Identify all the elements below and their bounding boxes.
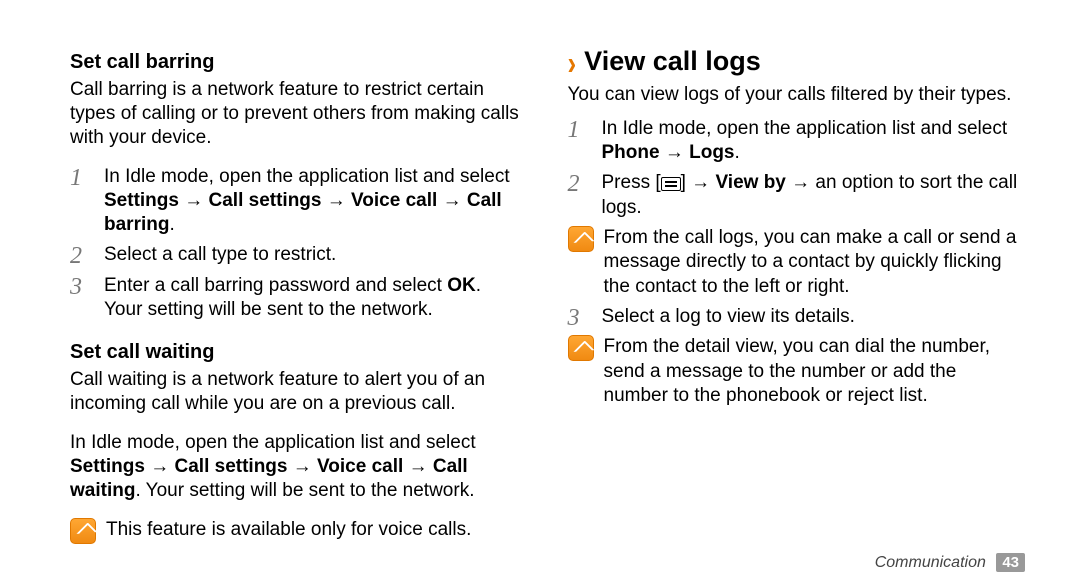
- text: In Idle mode, open the application list …: [602, 118, 1008, 139]
- menu-icon: [661, 177, 681, 191]
- steps-view-logs: 1 In Idle mode, open the application lis…: [568, 117, 1026, 408]
- note-text: From the call logs, you can make a call …: [604, 226, 1026, 299]
- step-number: 3: [568, 306, 592, 330]
- heading-call-waiting: Set call waiting: [70, 340, 528, 366]
- note-detail-view: From the detail view, you can dial the n…: [568, 335, 1026, 408]
- section-heading-row: › View call logs: [568, 44, 1026, 79]
- note-flick-contact: From the call logs, you can make a call …: [568, 226, 1026, 299]
- footer-page-number: 43: [996, 553, 1025, 572]
- text: .: [476, 275, 481, 296]
- text: Press [: [602, 172, 661, 193]
- manual-page: Set call barring Call barring is a netwo…: [0, 0, 1080, 586]
- note-icon: [70, 518, 96, 544]
- step-number: 1: [568, 118, 592, 142]
- text: .: [735, 142, 740, 163]
- text: ] →: [681, 172, 716, 193]
- note-voice-only: This feature is available only for voice…: [70, 518, 528, 544]
- heading-call-barring: Set call barring: [70, 50, 528, 76]
- step-1: 1 In Idle mode, open the application lis…: [568, 117, 1026, 166]
- ok-bold: OK: [447, 275, 476, 296]
- intro-call-waiting: Call waiting is a network feature to ale…: [70, 368, 528, 417]
- step-number: 2: [70, 244, 94, 268]
- note-icon: [568, 226, 594, 252]
- text: Enter a call barring password and select: [104, 275, 447, 296]
- note-icon: [568, 335, 594, 361]
- text: . Your setting will be sent to the netwo…: [135, 480, 474, 501]
- step-1: 1 In Idle mode, open the application lis…: [70, 165, 528, 238]
- text: .: [169, 214, 174, 235]
- intro-call-barring: Call barring is a network feature to res…: [70, 78, 528, 151]
- page-footer: Communication 43: [875, 553, 1025, 572]
- heading-view-call-logs: View call logs: [584, 44, 761, 79]
- step-text: Press [] → View by → an option to sort t…: [602, 171, 1026, 220]
- step-2: 2 Press [] → View by → an option to sort…: [568, 171, 1026, 220]
- step-number: 3: [70, 275, 94, 299]
- step-text: In Idle mode, open the application list …: [104, 165, 528, 238]
- step-text: Enter a call barring password and select…: [104, 274, 528, 323]
- step-3: 3 Enter a call barring password and sele…: [70, 274, 528, 323]
- text: In Idle mode, open the application list …: [104, 166, 510, 187]
- note-text: This feature is available only for voice…: [106, 518, 528, 542]
- text: In Idle mode, open the application list …: [70, 432, 476, 453]
- step-2: 2 Select a call type to restrict.: [70, 243, 528, 267]
- intro-view-logs: You can view logs of your calls filtered…: [568, 83, 1026, 107]
- step-text: Select a call type to restrict.: [104, 243, 528, 267]
- text: Your setting will be sent to the network…: [104, 298, 528, 322]
- path-bold: Phone → Logs: [602, 142, 735, 163]
- view-by-bold: View by: [715, 172, 785, 193]
- step-number: 2: [568, 172, 592, 196]
- chevron-right-icon: ›: [568, 42, 577, 85]
- step-3: 3 Select a log to view its details.: [568, 305, 1026, 329]
- step-text: In Idle mode, open the application list …: [602, 117, 1026, 166]
- path-bold: Settings → Call settings → Voice call → …: [104, 190, 502, 235]
- step-number: 1: [70, 166, 94, 190]
- note-text: From the detail view, you can dial the n…: [604, 335, 1026, 408]
- left-column: Set call barring Call barring is a netwo…: [70, 50, 528, 566]
- step-text: Select a log to view its details.: [602, 305, 1026, 329]
- footer-section: Communication: [875, 554, 986, 571]
- right-column: › View call logs You can view logs of yo…: [568, 50, 1026, 566]
- steps-call-barring: 1 In Idle mode, open the application lis…: [70, 165, 528, 323]
- body-call-waiting: In Idle mode, open the application list …: [70, 431, 528, 504]
